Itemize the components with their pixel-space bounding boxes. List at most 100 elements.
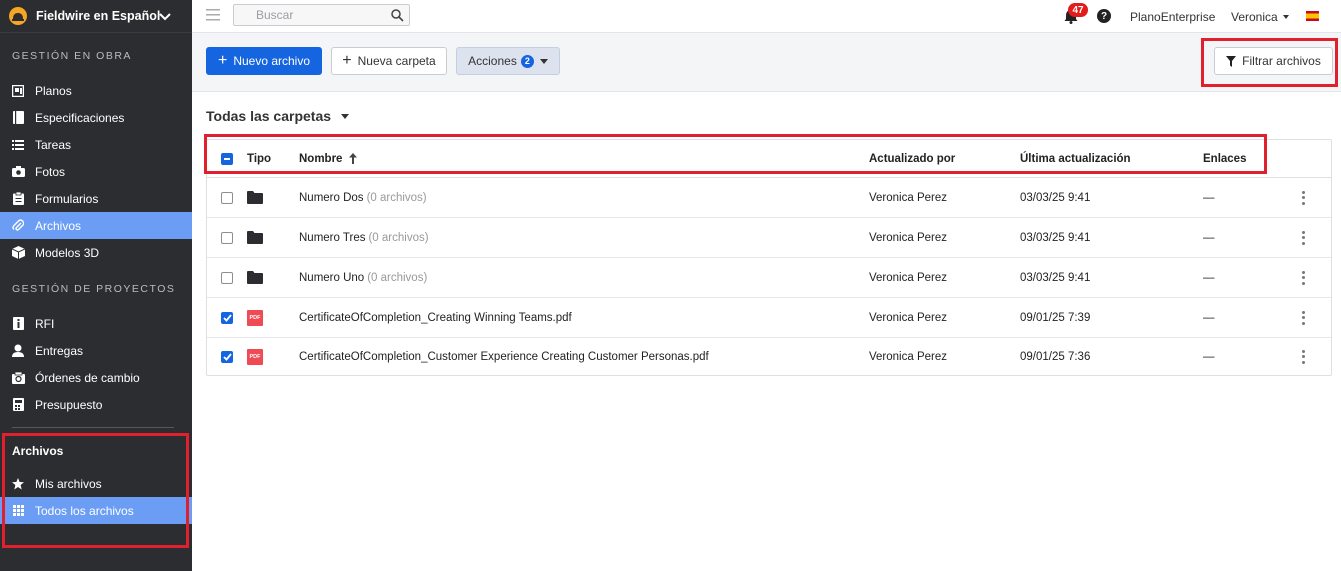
chevron-down-icon[interactable] — [158, 10, 172, 24]
row-check-cell — [221, 298, 233, 337]
row-checkbox-checked[interactable] — [221, 350, 233, 363]
help-icon[interactable]: ? — [1097, 9, 1111, 23]
more-options-icon[interactable] — [1302, 310, 1306, 325]
camera-icon — [11, 165, 25, 179]
row-check-cell — [221, 218, 233, 257]
sidebar-item-entregas[interactable]: Entregas — [0, 337, 192, 364]
caret-down-icon — [1282, 15, 1289, 19]
sidebar-item-todos-los-archivos[interactable]: Todos los archivos — [0, 497, 192, 524]
type-cell — [247, 218, 263, 257]
sidebar-item-label: Presupuesto — [35, 397, 103, 412]
name-cell[interactable]: Numero Dos (0 archivos) — [299, 178, 427, 217]
hamburger-menu-icon[interactable] — [206, 9, 220, 21]
more-options-icon[interactable] — [1302, 349, 1306, 364]
more-options-cell — [1302, 338, 1306, 375]
select-all-checkbox[interactable] — [221, 152, 233, 165]
folder-icon — [247, 271, 263, 284]
sidebar-item-label: Entregas — [35, 343, 84, 358]
change-order-icon — [11, 371, 25, 385]
filter-icon — [1226, 55, 1237, 67]
column-header-last-update[interactable]: Última actualización — [1020, 140, 1131, 177]
sidebar-item-mis-archivos[interactable]: Mis archivos — [0, 470, 192, 497]
name-cell[interactable]: CertificateOfCompletion_Customer Experie… — [299, 338, 709, 375]
file-name[interactable]: CertificateOfCompletion_Creating Winning… — [299, 312, 572, 324]
column-header-type[interactable]: Tipo — [247, 140, 271, 177]
actions-button[interactable]: Acciones 2 — [456, 47, 560, 75]
list-icon — [11, 138, 25, 152]
more-options-cell — [1302, 258, 1306, 297]
row-check-cell — [221, 178, 233, 217]
spain-flag-icon[interactable] — [1306, 11, 1319, 21]
sidebar-item-presupuesto[interactable]: Presupuesto — [0, 391, 192, 418]
user-name: Veronica — [1231, 10, 1278, 24]
more-options-icon[interactable] — [1302, 230, 1306, 245]
name-cell[interactable]: Numero Uno (0 archivos) — [299, 258, 427, 297]
search-input[interactable] — [256, 5, 396, 25]
more-options-cell — [1302, 298, 1306, 337]
sidebar-item-label: Fotos — [35, 164, 66, 179]
column-header-links[interactable]: Enlaces — [1203, 140, 1246, 177]
filter-files-button[interactable]: Filtrar archivos — [1214, 47, 1333, 75]
sidebar-item-label: Especificaciones — [35, 110, 125, 125]
notification-badge: 47 — [1068, 3, 1088, 17]
more-options-cell — [1302, 178, 1306, 217]
table-row[interactable]: PDF CertificateOfCompletion_Creating Win… — [207, 298, 1331, 338]
table-row[interactable]: Numero Tres (0 archivos) Veronica Perez 0… — [207, 218, 1331, 258]
file-name[interactable]: Numero Tres — [299, 232, 365, 244]
file-name[interactable]: CertificateOfCompletion_Customer Experie… — [299, 351, 709, 363]
section-title-site: GESTIÓN EN OBRA — [12, 50, 132, 62]
column-header-name[interactable]: Nombre — [299, 140, 358, 177]
sidebar-item-rfi[interactable]: RFI — [0, 310, 192, 337]
plus-icon: + — [217, 52, 228, 69]
sidebar-item-label: Órdenes de cambio — [35, 370, 140, 385]
files-table: Tipo Nombre Actualizado por Última actua… — [206, 139, 1332, 376]
new-file-button[interactable]: + Nuevo archivo — [206, 47, 322, 75]
sidebar-item-tareas[interactable]: Tareas — [0, 131, 192, 158]
paperclip-icon — [11, 219, 25, 233]
new-folder-button[interactable]: + Nueva carpeta — [331, 47, 447, 75]
row-checkbox[interactable] — [221, 231, 233, 244]
search-box[interactable] — [233, 4, 410, 26]
user-menu[interactable]: Veronica — [1231, 10, 1289, 24]
links-cell: — — [1203, 350, 1215, 363]
more-options-icon[interactable] — [1302, 270, 1306, 285]
links-cell: — — [1203, 231, 1215, 244]
sidebar-item-especificaciones[interactable]: Especificaciones — [0, 104, 192, 131]
table-row[interactable]: Numero Uno (0 archivos) Veronica Perez 03… — [207, 258, 1331, 298]
row-checkbox[interactable] — [221, 271, 233, 284]
sidebar-item-label: Planos — [35, 83, 72, 98]
sidebar-item-archivos[interactable]: Archivos — [0, 212, 192, 239]
sidebar-item-label: Todos los archivos — [35, 503, 134, 518]
sidebar-item-modelos-3d[interactable]: Modelos 3D — [0, 239, 192, 266]
pdf-icon: PDF — [247, 348, 263, 365]
checkmark-icon — [222, 352, 232, 361]
column-header-updated-by[interactable]: Actualizado por — [869, 140, 955, 177]
date-cell: 09/01/25 7:36 — [1020, 350, 1091, 363]
new-folder-label: Nueva carpeta — [357, 54, 436, 68]
name-cell[interactable]: Numero Tres (0 archivos) — [299, 218, 429, 257]
folder-selector[interactable]: Todas las carpetas — [206, 108, 350, 124]
sort-ascending-icon[interactable] — [348, 153, 358, 164]
organization-name[interactable]: PlanoEnterprise — [1130, 10, 1215, 24]
sidebar-item-ordenes-de-cambio[interactable]: Órdenes de cambio — [0, 364, 192, 391]
grid-icon — [11, 504, 25, 518]
filter-files-label: Filtrar archivos — [1242, 54, 1321, 68]
sidebar-item-label: Tareas — [35, 137, 72, 152]
name-cell[interactable]: CertificateOfCompletion_Creating Winning… — [299, 298, 572, 337]
table-row[interactable]: Numero Dos (0 archivos) Veronica Perez 03… — [207, 178, 1331, 218]
table-row[interactable]: PDF CertificateOfCompletion_Customer Exp… — [207, 338, 1331, 375]
sidebar-item-formularios[interactable]: Formularios — [0, 185, 192, 212]
files-section-title: Archivos — [12, 444, 64, 458]
sidebar-item-label: Mis archivos — [35, 476, 102, 491]
sidebar-item-planos[interactable]: Planos — [0, 77, 192, 104]
file-name[interactable]: Numero Uno — [299, 272, 364, 284]
more-options-icon[interactable] — [1302, 190, 1306, 205]
file-name[interactable]: Numero Dos — [299, 192, 364, 204]
row-checkbox-checked[interactable] — [221, 311, 233, 324]
file-count: (0 archivos) — [366, 191, 427, 204]
row-checkbox[interactable] — [221, 191, 233, 204]
hardhat-icon — [9, 7, 27, 25]
brand-header[interactable]: Fieldwire en Español — [0, 0, 192, 33]
search-icon[interactable] — [391, 9, 404, 22]
sidebar-item-fotos[interactable]: Fotos — [0, 158, 192, 185]
